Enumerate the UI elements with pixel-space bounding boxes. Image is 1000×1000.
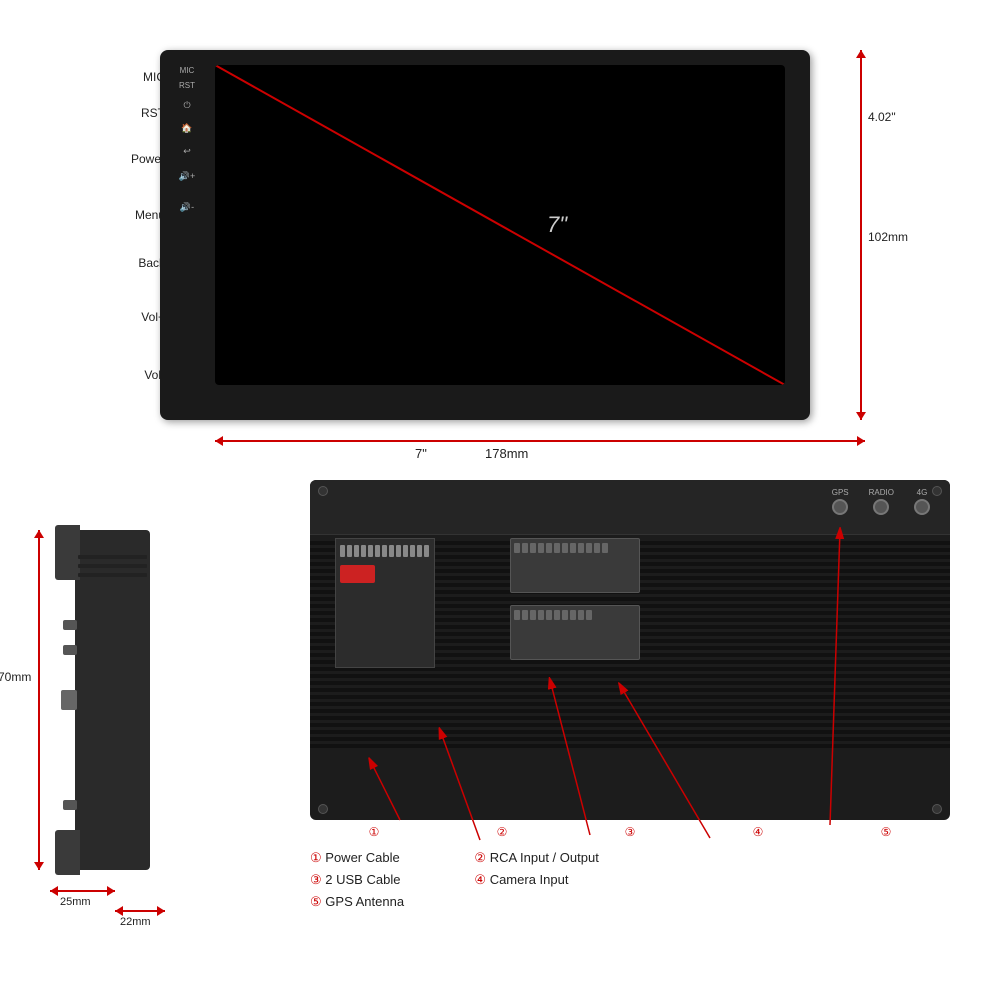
side-controls: MIC RST ⏻ 🏠 ↩ 🔊+ 🔊- [168, 60, 206, 400]
side-view-section: 70mm 25mm [20, 490, 240, 950]
gps-port [832, 499, 848, 515]
gps-antenna-area: GPS [832, 488, 849, 515]
legend-circle-3: ③ [310, 872, 325, 887]
4g-label: 4G [914, 488, 930, 497]
legend-circle-1: ① [310, 850, 325, 865]
pin [382, 545, 387, 557]
num-5: ⑤ [881, 825, 892, 839]
legend-text-3: 2 USB Cable [325, 872, 400, 887]
gps-label: GPS [832, 488, 849, 497]
radio-port [873, 499, 889, 515]
legend-text-1: Power Cable [325, 850, 399, 865]
power-connector-panel [335, 538, 435, 668]
pin [424, 545, 429, 557]
device-front: MIC RST ⏻ 🏠 ↩ 🔊+ 🔊- 7" [160, 50, 810, 420]
power-label: Power [120, 152, 165, 166]
legend-circle-4: ④ [474, 872, 489, 887]
antenna-labels: GPS RADIO 4G [832, 488, 930, 515]
side-height-label: 70mm [0, 670, 31, 684]
legend-text-4: Camera Input [490, 872, 569, 887]
back-icon: ↩ [183, 146, 191, 157]
voldown-label: Vol- [120, 368, 165, 382]
legend-circle-2: ② [474, 850, 489, 865]
volup-label: Vol+ [120, 310, 165, 324]
screw-br [932, 804, 942, 814]
menu-icon: 🏠 [181, 123, 192, 134]
pin [410, 545, 415, 557]
depth2-label: 22mm [120, 916, 151, 928]
mic-label: MIC [120, 70, 165, 84]
num-3: ③ [625, 825, 636, 839]
pin [389, 545, 394, 557]
harness-pins-2 [511, 606, 639, 624]
rst-text: RST [172, 81, 202, 90]
legend-text-2: RCA Input / Output [490, 850, 599, 865]
pin [340, 545, 345, 557]
legend-item-5: ⑤ GPS Antenna [310, 894, 434, 910]
4g-antenna-area: 4G [914, 488, 930, 515]
pin [347, 545, 352, 557]
pin [368, 545, 373, 557]
pin [396, 545, 401, 557]
rear-top-bar: GPS RADIO 4G [310, 480, 950, 535]
back-label: Back [120, 256, 165, 270]
screw-bl [318, 804, 328, 814]
menu-label: Menu [120, 208, 165, 222]
height-dim-metric: 102mm [868, 230, 908, 244]
device-rear: GPS RADIO 4G [310, 480, 950, 820]
pin [403, 545, 408, 557]
pin [375, 545, 380, 557]
power-icon: ⏻ [183, 100, 190, 111]
pin [354, 545, 359, 557]
height-dim-imperial: 4.02" [868, 110, 896, 124]
width-dim-metric: 178mm [485, 446, 528, 461]
legend: ① Power Cable ② RCA Input / Output ③ 2 U… [310, 850, 599, 910]
connector-numbers-row: ① ② ③ ④ ⑤ [310, 825, 950, 839]
radio-label: RADIO [869, 488, 894, 497]
depth1-label: 25mm [60, 896, 91, 908]
pin [361, 545, 366, 557]
mic-text: MIC [172, 66, 202, 75]
legend-item-1: ① Power Cable [310, 850, 434, 866]
num-4: ④ [753, 825, 764, 839]
legend-item-3: ③ 2 USB Cable [310, 872, 434, 888]
num-1: ① [369, 825, 380, 839]
volume-down-icon: 🔊- [180, 202, 194, 213]
diagonal-line-svg [215, 65, 785, 385]
legend-item-4: ④ Camera Input [474, 872, 598, 888]
screen-size-label: 7" [547, 212, 567, 238]
radio-antenna-area: RADIO [869, 488, 894, 515]
device-screen: 7" [215, 65, 785, 385]
red-connector [340, 565, 375, 583]
pin-row [336, 539, 434, 561]
side-vents [75, 550, 150, 850]
front-view-section: MIC ─────► RST ─────► Power ─────► Menu … [120, 30, 880, 460]
rst-label: RST [120, 106, 165, 120]
main-harness-2 [510, 605, 640, 660]
screw-tr [932, 486, 942, 496]
legend-item-2: ② RCA Input / Output [474, 850, 598, 866]
volume-up-icon: 🔊+ [179, 171, 195, 182]
side-device-body [75, 530, 150, 870]
screw-tl [318, 486, 328, 496]
pin [417, 545, 422, 557]
num-2: ② [497, 825, 508, 839]
legend-circle-5: ⑤ [310, 894, 325, 909]
legend-text-5: GPS Antenna [325, 894, 404, 909]
4g-port [914, 499, 930, 515]
main-harness-1 [510, 538, 640, 593]
harness-pins [511, 539, 639, 557]
width-dim-imperial: 7" [415, 446, 427, 461]
rear-view-section: GPS RADIO 4G [280, 480, 980, 980]
